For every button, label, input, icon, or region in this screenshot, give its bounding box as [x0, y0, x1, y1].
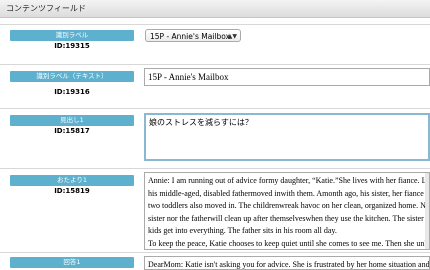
field-id: ID:19316 — [54, 88, 90, 96]
text-line: his middle-aged, disabled fathermoved in… — [148, 188, 430, 198]
field-id: ID:19315 — [54, 42, 90, 50]
row-divider — [0, 64, 430, 65]
scrollbar[interactable] — [425, 173, 429, 249]
headline-textarea[interactable]: 娘のストレスを減らすには？ — [144, 113, 430, 161]
text-line: Annie: I am running out of advice formy … — [148, 176, 430, 185]
row-divider — [0, 24, 430, 25]
row-divider — [0, 108, 430, 109]
section-header: コンテンツフィールド — [0, 0, 430, 18]
field-id: ID:15819 — [54, 187, 90, 195]
field-label: 識別ラベル — [10, 30, 134, 41]
field-label: 識別ラベル（テキスト） — [10, 71, 134, 82]
text-line: DearMom: Katie isn't asking you for advi… — [148, 260, 430, 269]
row-divider — [0, 168, 430, 169]
label-select[interactable]: 15P - Annie's Mailbox ▲▼ — [145, 29, 241, 42]
letter-textarea[interactable]: Annie: I am running out of advice formy … — [144, 172, 430, 250]
text-line: To keep the peace, Katie chooses to keep… — [148, 238, 430, 248]
answer-textarea[interactable]: DearMom: Katie isn't asking you for advi… — [144, 256, 430, 270]
field-label: おたより1 — [10, 175, 134, 186]
text-line: two toddlers also moved in. The children… — [148, 201, 430, 211]
field-label: 回答1 — [10, 257, 134, 268]
row-divider — [0, 252, 430, 253]
text-line: kids get into everything. The father sit… — [148, 226, 337, 236]
field-id: ID:15817 — [54, 127, 90, 135]
label-text-input[interactable]: 15P - Annie's Mailbox — [144, 68, 430, 86]
text-line: sister nor the fatherwill clean up after… — [148, 213, 430, 223]
field-label: 見出し1 — [10, 115, 134, 126]
select-value: 15P - Annie's Mailbox — [150, 32, 231, 41]
chevron-updown-icon: ▲▼ — [227, 33, 237, 40]
